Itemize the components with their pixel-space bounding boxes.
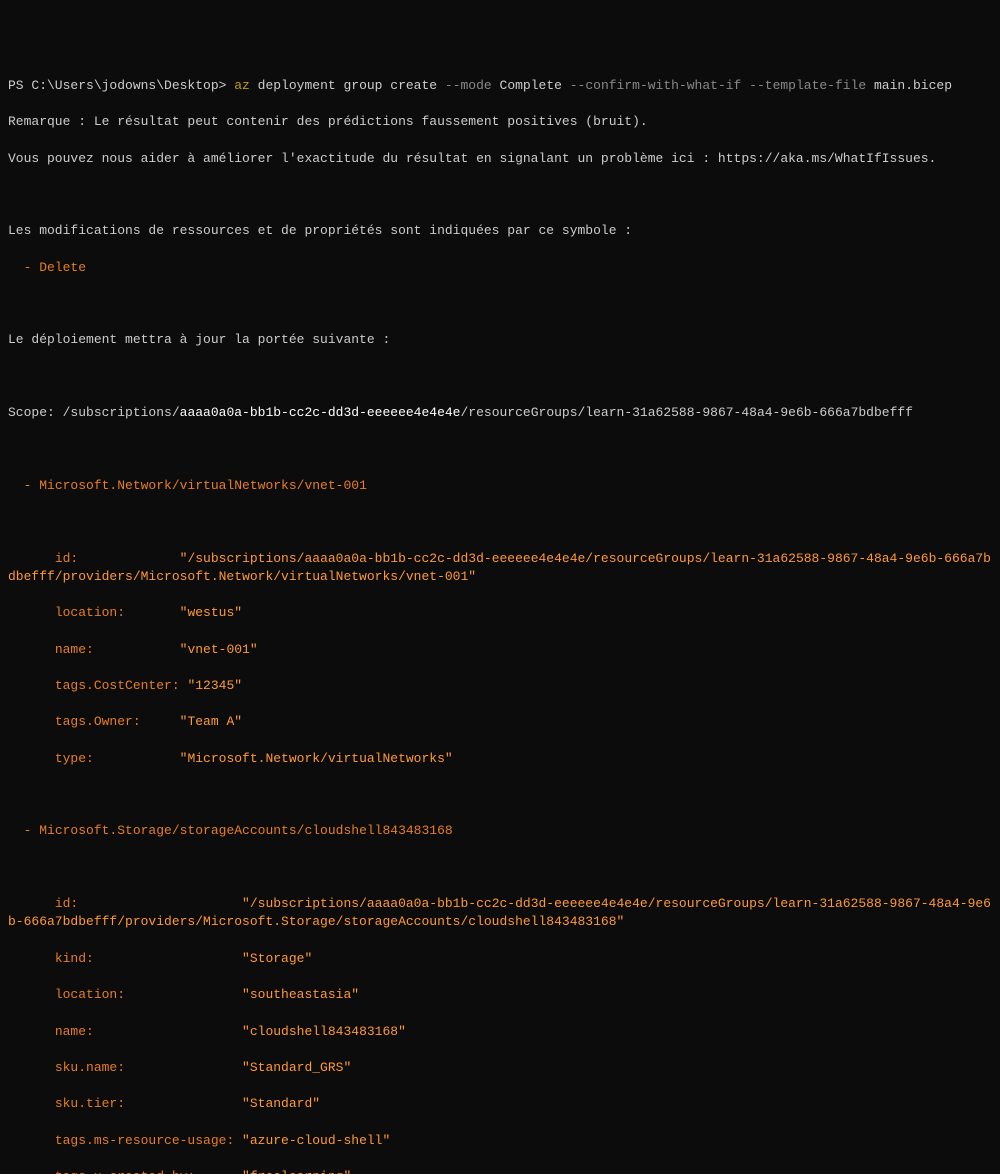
resource1-name: name: "vnet-001"	[8, 641, 992, 659]
resource1-location: location: "westus"	[8, 604, 992, 622]
tagsusage-label: tags.ms-resource-usage:	[8, 1133, 242, 1148]
type-value: "Microsoft.Network/virtualNetworks"	[180, 751, 453, 766]
delete-dash: -	[8, 260, 39, 275]
delete-label: Delete	[39, 260, 86, 275]
owner-label: tags.Owner:	[8, 714, 180, 729]
resource2-tagsusage: tags.ms-resource-usage: "azure-cloud-she…	[8, 1132, 992, 1150]
name-label: name:	[8, 642, 180, 657]
kind-label: kind:	[8, 951, 242, 966]
tagscreated-value: "freelearning"	[242, 1169, 351, 1174]
id-label: id:	[8, 551, 180, 566]
location-value: "westus"	[180, 605, 242, 620]
resource2-tagscreated: tags.x-created-by: "freelearning"	[8, 1168, 992, 1174]
prompt-path: PS C:\Users\jodowns\Desktop>	[8, 78, 234, 93]
cmd-file-value: main.bicep	[866, 78, 952, 93]
modifications-header: Les modifications de ressources et de pr…	[8, 222, 992, 240]
cmd-az: az	[234, 78, 250, 93]
blank-line	[8, 186, 992, 204]
costcenter-label: tags.CostCenter:	[8, 678, 180, 693]
skutier-value: "Standard"	[242, 1096, 320, 1111]
skutier-label: sku.tier:	[8, 1096, 242, 1111]
location-label: location:	[8, 605, 180, 620]
resource2-header: - Microsoft.Storage/storageAccounts/clou…	[8, 822, 992, 840]
resource1-id: id: "/subscriptions/aaaa0a0a-bb1b-cc2c-d…	[8, 550, 992, 586]
scope-label: Scope: /subscriptions/	[8, 405, 180, 420]
id-label: id:	[8, 896, 242, 911]
name-label: name:	[8, 1024, 242, 1039]
resource2-skutier: sku.tier: "Standard"	[8, 1095, 992, 1113]
location-value: "southeastasia"	[242, 987, 359, 1002]
remark-line-1: Remarque : Le résultat peut contenir des…	[8, 113, 992, 131]
blank-line	[8, 786, 992, 804]
command-prompt-line: PS C:\Users\jodowns\Desktop> az deployme…	[8, 77, 992, 95]
tagscreated-label: tags.x-created-by:	[8, 1169, 242, 1174]
location-label: location:	[8, 987, 242, 1002]
scope-subscription: aaaa0a0a-bb1b-cc2c-dd3d-eeeeee4e4e4e	[180, 405, 461, 420]
skuname-label: sku.name:	[8, 1060, 242, 1075]
cmd-mode-value: Complete	[492, 78, 570, 93]
resource2-id: id: "/subscriptions/aaaa0a0a-bb1b-cc2c-d…	[8, 895, 992, 931]
resource2-skuname: sku.name: "Standard_GRS"	[8, 1059, 992, 1077]
resource2-location: location: "southeastasia"	[8, 986, 992, 1004]
blank-line	[8, 441, 992, 459]
scope-resource-group: /resourceGroups/learn-31a62588-9867-48a4…	[461, 405, 913, 420]
tagsusage-value: "azure-cloud-shell"	[242, 1133, 390, 1148]
resource2-kind: kind: "Storage"	[8, 950, 992, 968]
resource1-costcenter: tags.CostCenter: "12345"	[8, 677, 992, 695]
cmd-deployment: deployment group create	[250, 78, 445, 93]
delete-symbol-line: - Delete	[8, 259, 992, 277]
name-value: "vnet-001"	[180, 642, 258, 657]
kind-value: "Storage"	[242, 951, 312, 966]
blank-line	[8, 513, 992, 531]
scope-intro: Le déploiement mettra à jour la portée s…	[8, 331, 992, 349]
blank-line	[8, 368, 992, 386]
costcenter-value: "12345"	[180, 678, 242, 693]
scope-line: Scope: /subscriptions/aaaa0a0a-bb1b-cc2c…	[8, 404, 992, 422]
name-value: "cloudshell843483168"	[242, 1024, 406, 1039]
blank-line	[8, 859, 992, 877]
type-label: type:	[8, 751, 180, 766]
remark-line-2: Vous pouvez nous aider à améliorer l'exa…	[8, 150, 992, 168]
resource1-type: type: "Microsoft.Network/virtualNetworks…	[8, 750, 992, 768]
resource2-name: name: "cloudshell843483168"	[8, 1023, 992, 1041]
blank-line	[8, 295, 992, 313]
cmd-mode-flag: --mode	[445, 78, 492, 93]
owner-value: "Team A"	[180, 714, 242, 729]
skuname-value: "Standard_GRS"	[242, 1060, 351, 1075]
resource1-header: - Microsoft.Network/virtualNetworks/vnet…	[8, 477, 992, 495]
cmd-confirm-flag: --confirm-with-what-if --template-file	[570, 78, 866, 93]
resource1-owner: tags.Owner: "Team A"	[8, 713, 992, 731]
